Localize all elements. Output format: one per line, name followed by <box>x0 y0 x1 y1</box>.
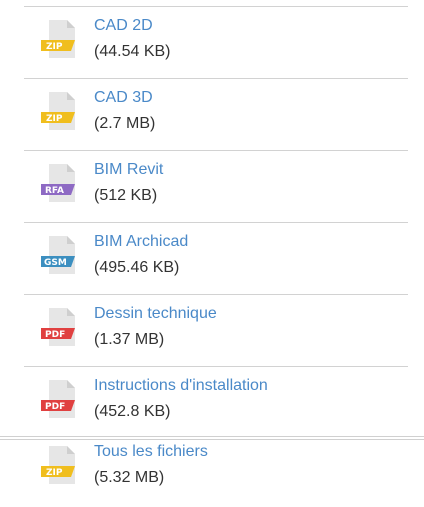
file-size: (452.8 KB) <box>94 403 171 420</box>
file-size: (495.46 KB) <box>94 259 180 276</box>
rfa-file-icon: RFA <box>41 164 75 202</box>
svg-text:ZIP: ZIP <box>46 468 63 478</box>
svg-text:GSM: GSM <box>44 258 67 268</box>
file-size: (44.54 KB) <box>94 43 171 60</box>
svg-text:PDF: PDF <box>45 330 65 340</box>
file-link-bim-archicad[interactable]: BIM Archicad <box>94 232 188 252</box>
gsm-file-icon: GSM <box>41 236 75 274</box>
file-row-dessin-technique: PDF Dessin technique (1.37 MB) <box>24 294 408 366</box>
file-link-dessin-technique[interactable]: Dessin technique <box>94 304 217 324</box>
pdf-file-icon: PDF <box>41 308 75 346</box>
file-size: (5.32 MB) <box>94 469 165 486</box>
file-link-cad-2d[interactable]: CAD 2D <box>94 16 153 36</box>
file-size: (1.37 MB) <box>94 331 165 348</box>
file-link-all-files[interactable]: Tous les fichiers <box>94 442 208 462</box>
file-row-bim-archicad: GSM BIM Archicad (495.46 KB) <box>24 222 408 294</box>
file-row-bim-revit: RFA BIM Revit (512 KB) <box>24 150 408 222</box>
file-size: (2.7 MB) <box>94 115 156 132</box>
svg-text:ZIP: ZIP <box>46 114 63 124</box>
zip-file-icon: ZIP <box>41 20 75 58</box>
svg-text:RFA: RFA <box>45 186 64 196</box>
svg-text:ZIP: ZIP <box>46 42 63 52</box>
svg-text:PDF: PDF <box>45 402 65 412</box>
pdf-file-icon: PDF <box>41 380 75 418</box>
file-row-instructions: PDF Instructions d'installation (452.8 K… <box>24 366 408 438</box>
download-list: ZIP CAD 2D (44.54 KB) ZIP CAD 3D (2.7 MB… <box>0 0 424 507</box>
file-row-cad-2d: ZIP CAD 2D (44.54 KB) <box>24 6 408 78</box>
file-link-cad-3d[interactable]: CAD 3D <box>94 88 153 108</box>
zip-file-icon: ZIP <box>41 92 75 130</box>
zip-file-icon: ZIP <box>41 446 75 484</box>
file-link-instructions[interactable]: Instructions d'installation <box>94 376 268 396</box>
file-row-cad-3d: ZIP CAD 3D (2.7 MB) <box>24 78 408 150</box>
file-size: (512 KB) <box>94 187 158 204</box>
file-row-all-files: ZIP Tous les fichiers (5.32 MB) <box>24 432 408 504</box>
file-link-bim-revit[interactable]: BIM Revit <box>94 160 163 180</box>
